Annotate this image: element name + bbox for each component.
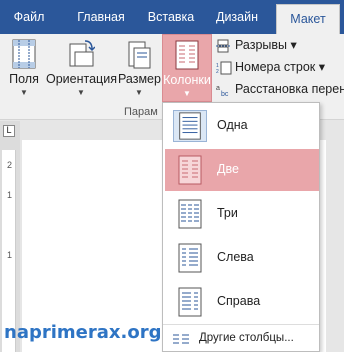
columns-option-one[interactable]: Одна (165, 105, 319, 147)
margins-icon (12, 39, 36, 69)
columns-option-label: Справа (217, 294, 261, 308)
tab-stop-selector[interactable]: L (3, 125, 15, 137)
columns-list-icon (173, 334, 189, 344)
chevron-down-icon: ▼ (135, 88, 143, 97)
svg-text:bc: bc (221, 91, 229, 97)
chevron-down-icon: ▼ (77, 88, 85, 97)
left-column-icon (178, 243, 202, 273)
columns-icon (175, 40, 199, 70)
columns-option-right[interactable]: Справа (165, 281, 319, 323)
menu-divider (163, 324, 319, 325)
line-numbers-icon: 1 2 (216, 61, 232, 75)
columns-button[interactable]: Колонки ▼ (162, 34, 212, 102)
right-column-icon (178, 287, 202, 317)
line-numbers-button[interactable]: 1 2 Номера строк ▾ (216, 56, 325, 78)
ruler-tick: 1 (7, 190, 13, 200)
tab-design[interactable]: Дизайн (206, 0, 268, 34)
page-setup-group-label: Парам (124, 106, 158, 118)
ribbon-tab-bar: Файл Главная Вставка Дизайн Макет (0, 0, 344, 34)
breaks-label: Разрывы ▾ (235, 38, 297, 52)
ruler-tick: 2 (7, 160, 13, 170)
svg-text:a: a (216, 85, 220, 92)
size-button[interactable]: Размер ▼ (118, 34, 161, 106)
vertical-scrollbar[interactable] (326, 121, 344, 352)
watermark: naprimerax.org (4, 322, 162, 343)
one-column-icon (173, 110, 207, 142)
two-columns-icon (178, 155, 202, 185)
hyphenation-button[interactable]: a bc Расстановка перено (216, 78, 344, 100)
size-icon (128, 41, 151, 69)
columns-option-label: Одна (217, 118, 248, 132)
columns-label: Колонки (163, 73, 211, 87)
tab-insert[interactable]: Вставка (140, 0, 202, 34)
columns-option-label: Две (217, 162, 239, 176)
margins-button[interactable]: Поля ▼ (4, 34, 44, 106)
ruler-tick: 1 (7, 250, 13, 260)
tab-file[interactable]: Файл (0, 0, 58, 34)
tab-home[interactable]: Главная (64, 0, 138, 34)
orientation-label: Ориентация (46, 72, 117, 86)
chevron-down-icon: ▼ (20, 88, 28, 97)
columns-option-label: Три (217, 206, 238, 220)
columns-option-left[interactable]: Слева (165, 237, 319, 279)
breaks-icon (216, 39, 230, 53)
more-columns-button[interactable]: Другие столбцы... (165, 327, 319, 351)
orientation-button[interactable]: Ориентация ▼ (46, 34, 117, 106)
chevron-down-icon: ▼ (183, 89, 191, 98)
svg-text:2: 2 (216, 69, 219, 75)
columns-dropdown: Одна Две Три Слева Справа Другие столбцы… (162, 102, 320, 352)
hyphenation-icon: a bc (216, 85, 229, 97)
more-columns-label: Другие столбцы... (199, 332, 294, 344)
hyphenation-label: Расстановка перено (235, 82, 344, 96)
line-numbers-label: Номера строк ▾ (235, 60, 325, 74)
three-columns-icon (178, 199, 202, 229)
columns-option-two[interactable]: Две (165, 149, 319, 191)
margins-label: Поля (9, 72, 39, 86)
breaks-button[interactable]: Разрывы ▾ (216, 34, 297, 56)
tab-layout[interactable]: Макет (276, 4, 340, 34)
size-label: Размер (118, 72, 161, 86)
columns-option-label: Слева (217, 250, 254, 264)
orientation-icon (69, 40, 95, 67)
columns-option-three[interactable]: Три (165, 193, 319, 235)
